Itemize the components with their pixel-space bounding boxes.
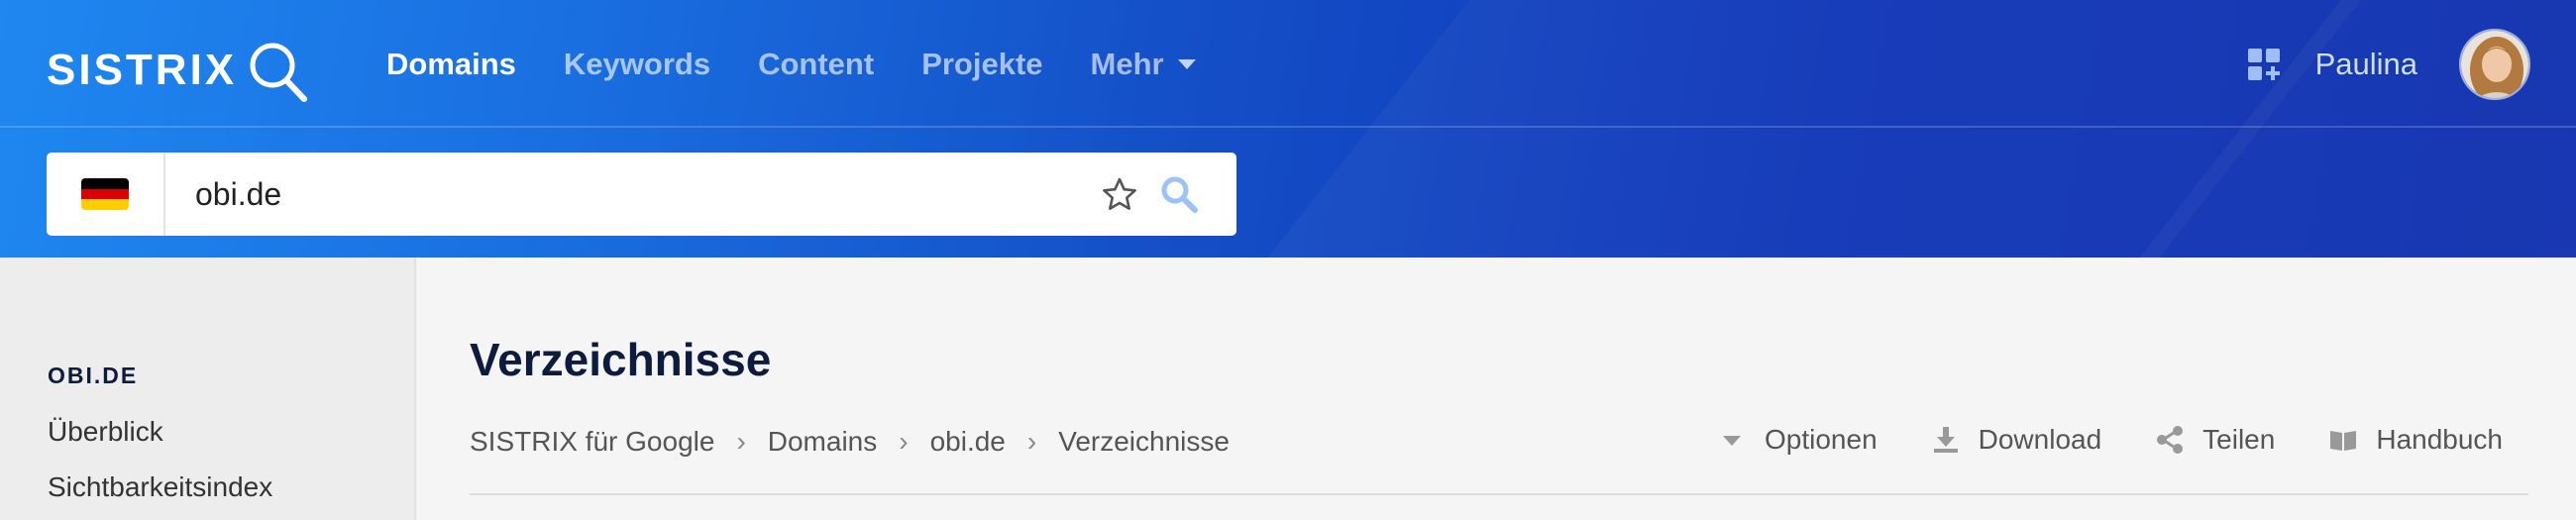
breadcrumb-item[interactable]: Domains	[768, 426, 877, 458]
handbuch-label: Handbuch	[2376, 424, 2503, 455]
avatar-image	[2461, 31, 2528, 98]
top-header: SISTRIX Domains Keywords Content Projekt…	[0, 0, 2576, 258]
breadcrumb-chevron-icon: ›	[1026, 426, 1037, 457]
share-icon	[2157, 426, 2184, 454]
download-label: Download	[1978, 424, 2102, 455]
apps-grid-icon[interactable]	[2246, 47, 2282, 82]
search-input[interactable]	[165, 153, 1102, 236]
page-title: Verzeichnisse	[470, 334, 772, 385]
user-area: Paulina	[2246, 28, 2530, 101]
teilen-button[interactable]: Teilen	[2155, 424, 2275, 456]
sidebar-domain-heading: OBI.DE	[48, 363, 139, 388]
country-selector[interactable]	[47, 153, 165, 236]
breadcrumb: SISTRIX für Google › Domains › obi.de › …	[470, 426, 1230, 458]
nav-keywords[interactable]: Keywords	[564, 47, 710, 82]
breadcrumb-chevron-icon: ›	[736, 426, 746, 457]
magnifier-logo-icon	[250, 43, 308, 102]
search-icon[interactable]	[1159, 174, 1199, 214]
page-actions: Optionen Download Teilen Handbuch	[1664, 424, 2503, 456]
main-navigation: Domains Keywords Content Projekte Mehr	[386, 40, 1243, 89]
sidebar-item-sichtbarkeitsindex[interactable]: Sichtbarkeitsindex	[48, 471, 272, 503]
caret-down-icon	[1723, 436, 1741, 446]
handbuch-button[interactable]: Handbuch	[2328, 424, 2503, 456]
sistrix-logo[interactable]: SISTRIX	[47, 34, 316, 107]
book-icon	[2330, 431, 2357, 451]
user-avatar[interactable]	[2459, 29, 2530, 100]
chevron-down-icon	[1177, 59, 1196, 69]
optionen-label: Optionen	[1765, 424, 1878, 455]
user-name[interactable]: Paulina	[2315, 47, 2417, 82]
star-icon[interactable]	[1102, 176, 1137, 212]
sidebar-item-ueberblick[interactable]: Überblick	[48, 416, 163, 448]
nav-projekte[interactable]: Projekte	[921, 47, 1042, 82]
nav-label: Content	[758, 47, 875, 81]
nav-label: Domains	[386, 47, 516, 81]
breadcrumb-item[interactable]: obi.de	[930, 426, 1006, 458]
optionen-button[interactable]: Optionen	[1717, 424, 1878, 456]
download-button[interactable]: Download	[1931, 424, 2102, 456]
breadcrumb-chevron-icon: ›	[899, 426, 909, 457]
nav-mehr-dropdown[interactable]: Mehr	[1091, 47, 1196, 82]
nav-label: Projekte	[921, 47, 1043, 81]
nav-domains[interactable]: Domains	[386, 47, 516, 82]
breadcrumb-current: Verzeichnisse	[1058, 426, 1230, 457]
de-flag-icon	[81, 178, 129, 210]
teilen-label: Teilen	[2202, 424, 2276, 455]
nav-label: Keywords	[563, 47, 711, 81]
sidebar: OBI.DE Überblick Sichtbarkeitsindex	[0, 258, 416, 520]
nav-content[interactable]: Content	[758, 47, 874, 82]
download-icon	[1933, 427, 1958, 453]
domain-search-box	[47, 153, 1236, 236]
header-divider	[0, 126, 2576, 128]
content-divider	[470, 493, 2528, 495]
logo-text: SISTRIX	[47, 46, 238, 94]
breadcrumb-item[interactable]: SISTRIX für Google	[470, 426, 714, 458]
nav-label: Mehr	[1090, 47, 1164, 81]
